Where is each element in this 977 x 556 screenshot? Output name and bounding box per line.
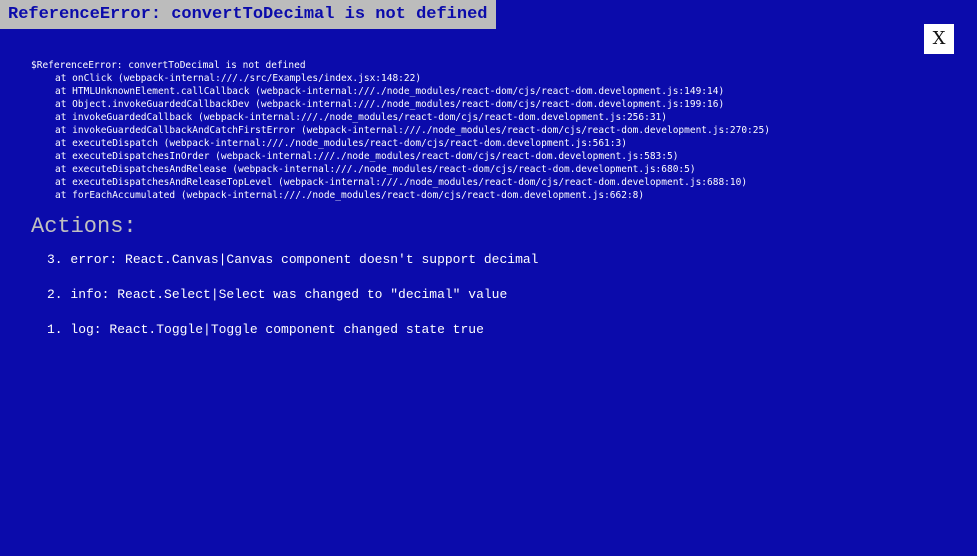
stack-frame: at onClick (webpack-internal:///./src/Ex… xyxy=(55,73,422,84)
error-title-bar: ReferenceError: convertToDecimal is not … xyxy=(0,0,497,29)
stack-frame: at executeDispatchesAndRelease (webpack-… xyxy=(55,164,696,175)
stack-frame: at invokeGuardedCallbackAndCatchFirstErr… xyxy=(55,125,770,136)
actions-list: 3. error: React.Canvas|Canvas component … xyxy=(47,251,538,356)
error-title: ReferenceError: convertToDecimal is not … xyxy=(8,5,488,24)
stack-frame: at executeDispatch (webpack-internal:///… xyxy=(55,138,627,149)
stack-frame: at executeDispatchesInOrder (webpack-int… xyxy=(55,151,679,162)
stack-frame: at forEachAccumulated (webpack-internal:… xyxy=(55,190,645,201)
stack-frame: at invokeGuardedCallback (webpack-intern… xyxy=(55,112,667,123)
action-item: 1. log: React.Toggle|Toggle component ch… xyxy=(47,322,484,337)
action-item: 3. error: React.Canvas|Canvas component … xyxy=(47,252,539,267)
stack-message: $ReferenceError: convertToDecimal is not… xyxy=(31,60,306,71)
stack-frame: at Object.invokeGuardedCallbackDev (webp… xyxy=(55,99,725,110)
actions-heading: Actions: xyxy=(31,214,137,239)
action-item: 2. info: React.Select|Select was changed… xyxy=(47,287,508,302)
close-button[interactable]: X xyxy=(924,24,954,54)
stack-trace: $ReferenceError: convertToDecimal is not… xyxy=(31,59,770,202)
stack-frame: at HTMLUnknownElement.callCallback (webp… xyxy=(55,86,725,97)
stack-frame: at executeDispatchesAndReleaseTopLevel (… xyxy=(55,177,748,188)
close-icon: X xyxy=(932,28,946,49)
